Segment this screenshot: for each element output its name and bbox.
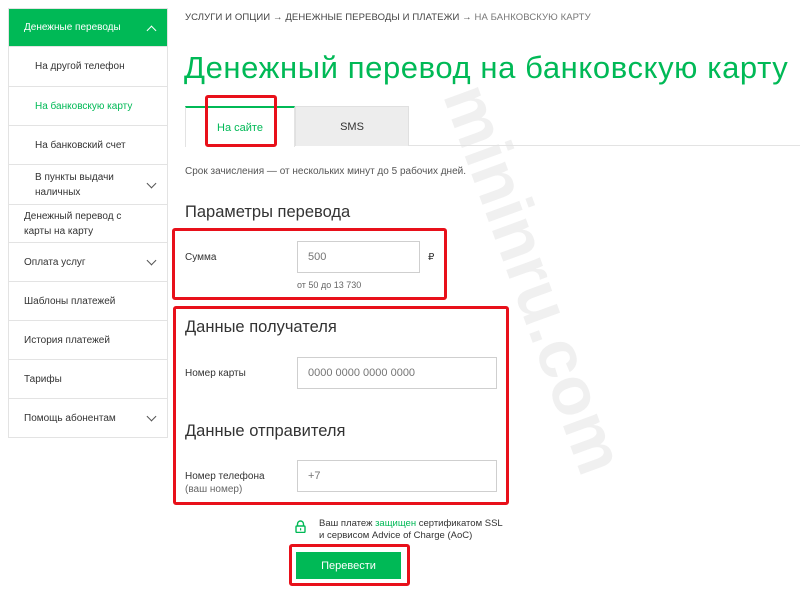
phone-label: Номер телефона (ваш номер) [185,470,265,496]
recipient-title: Данные получателя [185,318,337,336]
chevron-up-icon [146,25,157,35]
security-suffix: сертификатом SSL [416,518,503,529]
sidebar-item-pay-services[interactable]: Оплата услуг [9,243,167,282]
sidebar-item-templates[interactable]: Шаблоны платежей [9,282,167,321]
amount-limits-hint: от 50 до 13 730 [297,280,362,290]
ssl-link[interactable]: защищен [375,518,416,529]
sidebar-item-label: История платежей [24,334,110,346]
sidebar-item-to-account[interactable]: На банковский счет [9,126,167,165]
amount-input[interactable] [297,241,420,273]
sidebar-item-to-phone[interactable]: На другой телефон [9,47,167,87]
sidebar-item-tariffs[interactable]: Тарифы [9,360,167,399]
chevron-down-icon [146,255,157,266]
security-line-2: и сервисом Advice of Charge (AoC) [319,530,473,541]
security-note: Ваш платеж защищен сертификатом SSL и се… [295,518,503,542]
tab-sms[interactable]: SMS [295,106,409,146]
breadcrumb: УСЛУГИ И ОПЦИИ → ДЕНЕЖНЫЕ ПЕРЕВОДЫ И ПЛА… [185,12,591,23]
sidebar-item-to-card[interactable]: На банковскую карту [9,87,167,126]
page-title: Денежный перевод на банковскую карту [184,50,789,85]
sidebar-item-history[interactable]: История платежей [9,321,167,360]
breadcrumb-current: НА БАНКОВСКУЮ КАРТУ [474,12,591,23]
chevron-down-icon [146,411,157,422]
breadcrumb-services[interactable]: УСЛУГИ И ОПЦИИ [185,12,270,23]
sender-title: Данные отправителя [185,422,346,440]
tab-website[interactable]: На сайте [185,106,295,147]
sidebar-item-label: На банковский счет [35,139,126,151]
breadcrumb-separator: → [462,12,472,23]
currency-sign: ₽ [428,252,435,263]
sidebar-item-label: На другой телефон [35,61,125,72]
breadcrumb-transfers[interactable]: ДЕНЕЖНЫЕ ПЕРЕВОДЫ И ПЛАТЕЖИ [285,12,459,23]
sidebar-item-label: Денежные переводы [24,22,121,33]
sidebar-item-label: В пункты выдачи наличных [35,171,114,198]
sidebar-item-label: Денежный перевод с карты на карту [24,210,122,237]
sidebar-item-card-to-card[interactable]: Денежный перевод с карты на карту [9,205,167,243]
lock-icon [295,520,306,533]
security-prefix: Ваш платеж [319,518,376,529]
card-number-input[interactable] [297,357,497,389]
sidebar-item-help[interactable]: Помощь абонентам [9,399,167,438]
phone-label-text: Номер телефона [185,471,265,482]
transfer-button[interactable]: Перевести [296,552,401,579]
card-number-label: Номер карты [185,368,246,379]
transfer-params-title: Параметры перевода [185,203,351,221]
security-line-1: Ваш платеж защищен сертификатом SSL [319,518,503,530]
phone-sublabel: (ваш номер) [185,484,243,495]
breadcrumb-separator: → [272,12,283,23]
sidebar-item-label: На банковскую карту [35,100,133,112]
sidebar-item-cash-points[interactable]: В пункты выдачи наличных [9,165,167,205]
phone-input[interactable] [297,460,497,492]
sidebar-item-money-transfers[interactable]: Денежные переводы [9,9,167,47]
sidebar-item-label: Оплата услуг [24,256,86,268]
tab-bar: На сайте SMS [185,106,800,147]
sidebar-item-label: Шаблоны платежей [24,295,116,307]
amount-label: Сумма [185,252,217,263]
chevron-down-icon [146,178,157,188]
sidebar-item-label: Помощь абонентам [24,412,116,424]
sidebar-item-label: Тарифы [24,373,62,385]
crediting-time-note: Срок зачисления — от нескольких минут до… [185,166,467,177]
sidebar-nav: Денежные переводы На другой телефон На б… [8,8,168,438]
